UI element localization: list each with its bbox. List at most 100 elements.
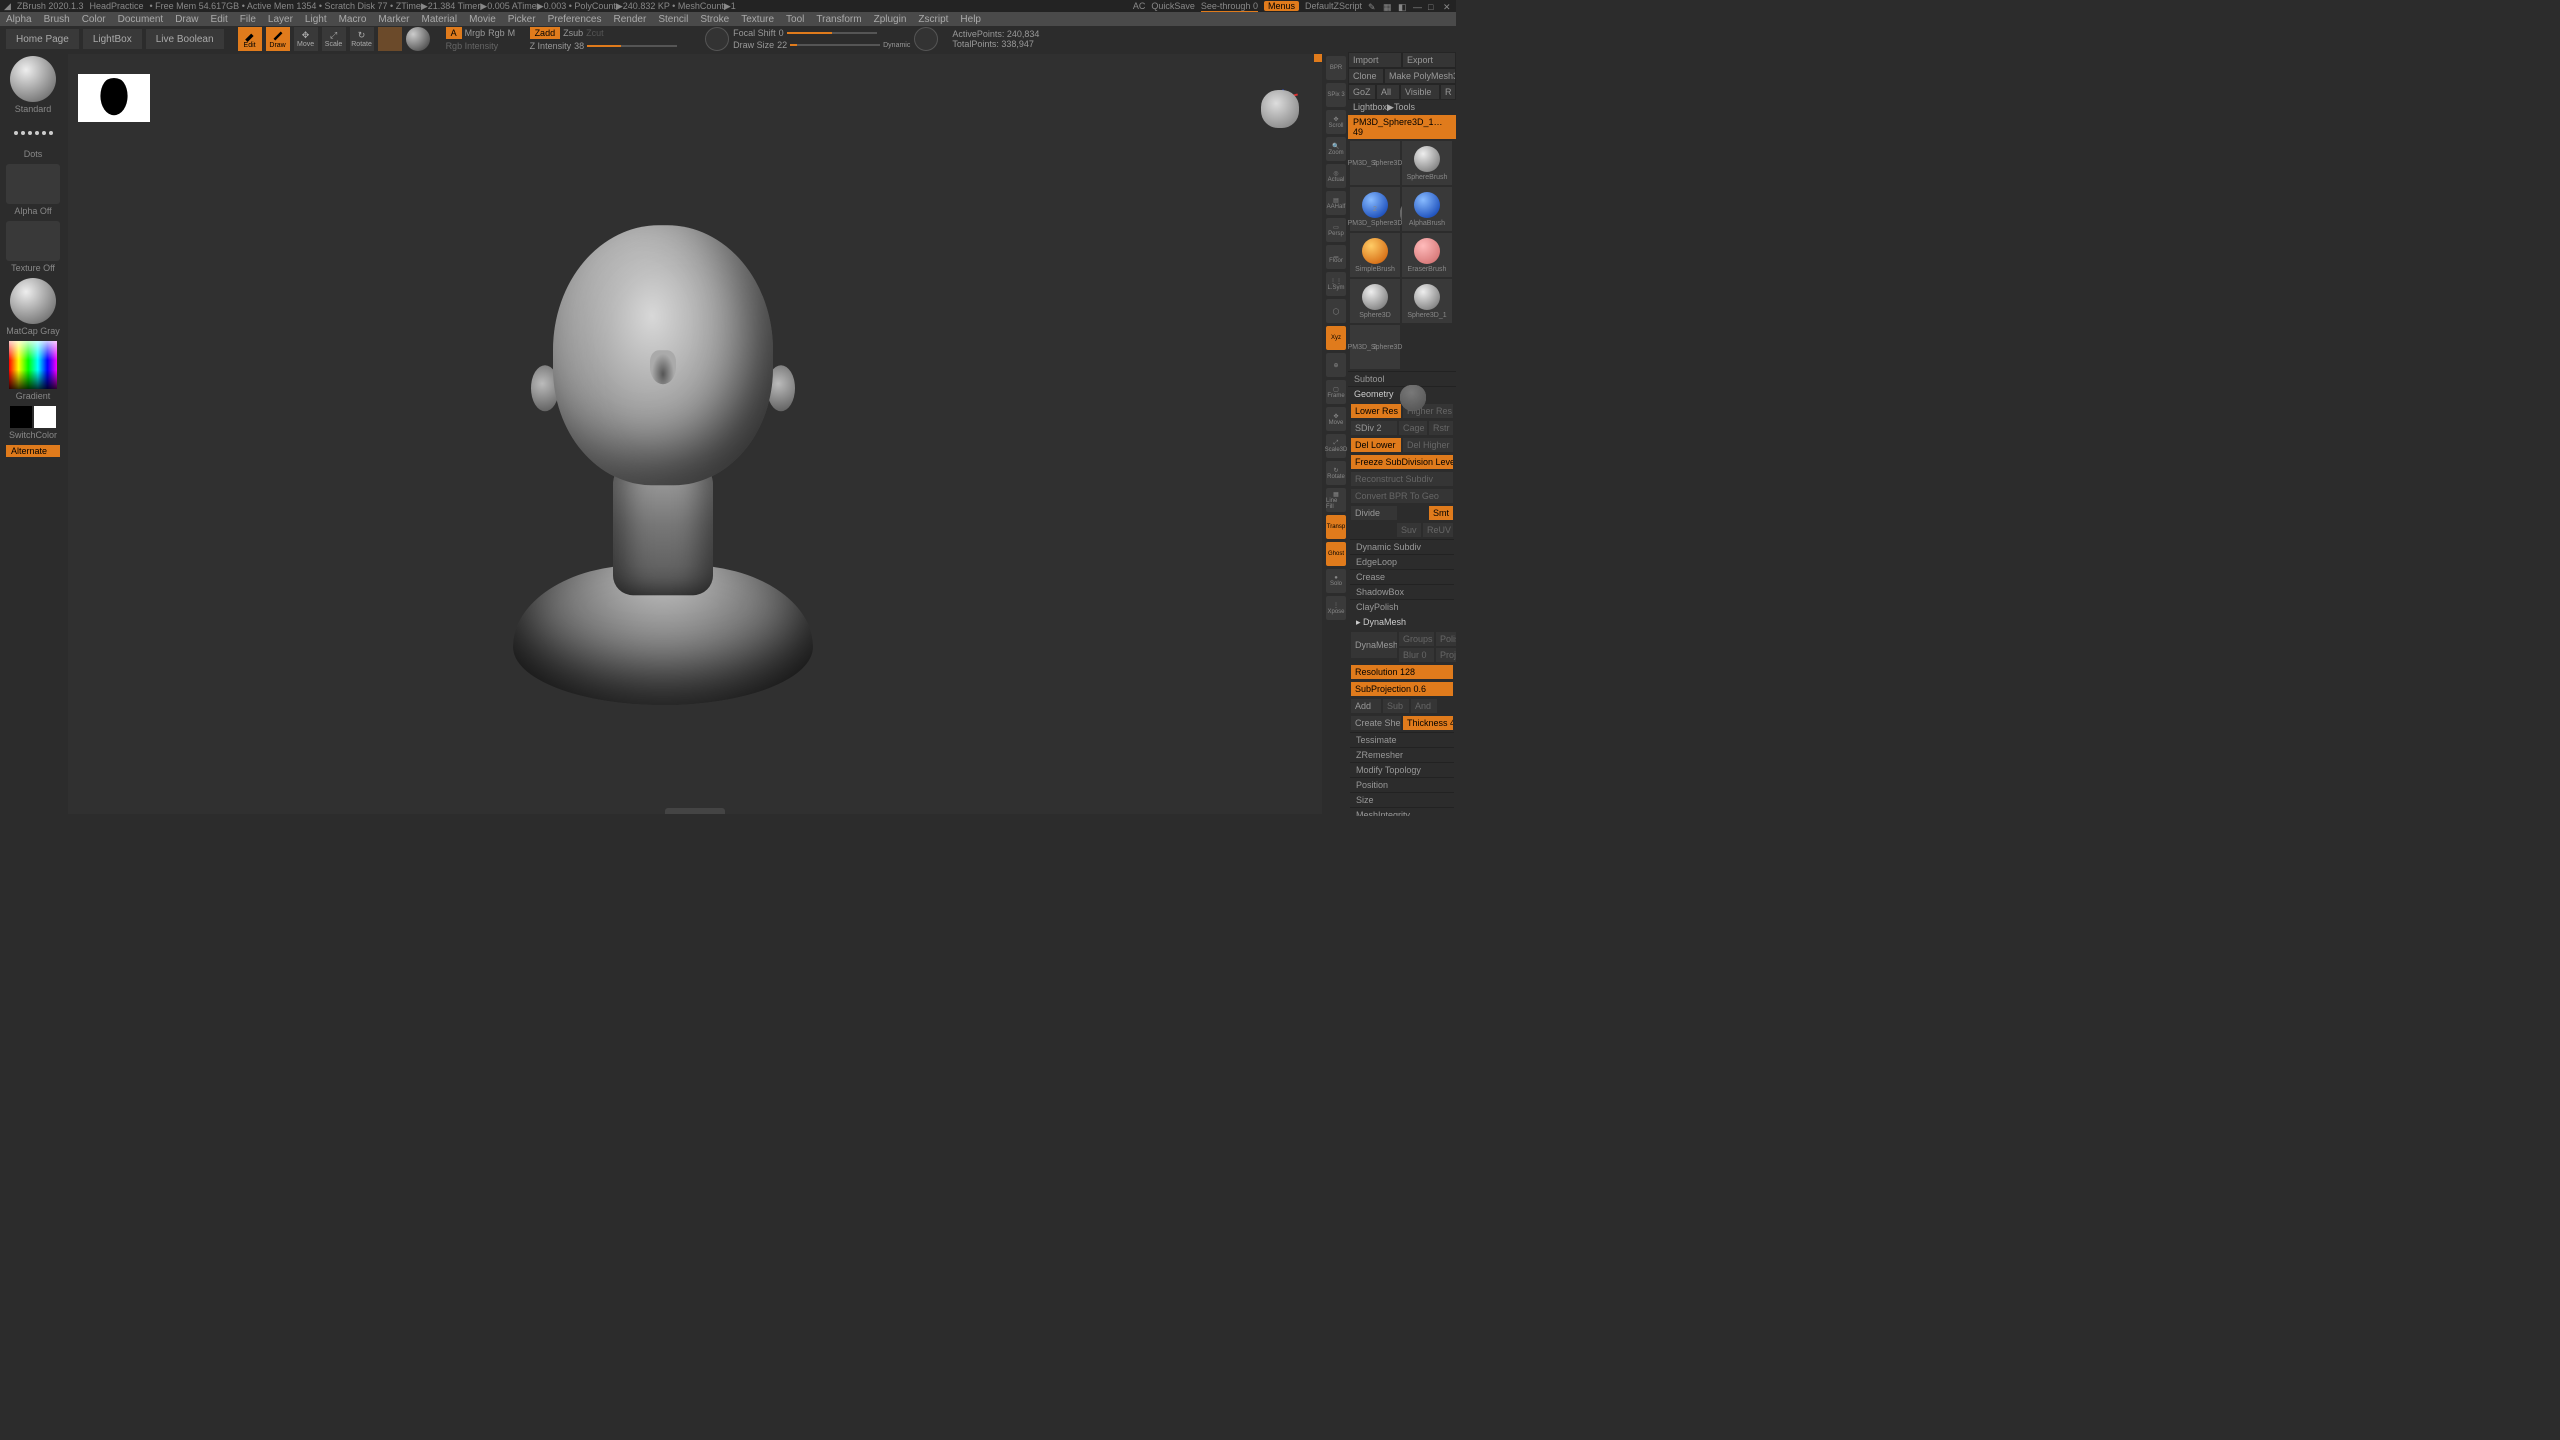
geo-shadowbox[interactable]: ShadowBox: [1350, 584, 1454, 599]
tool-thumb[interactable]: SimpleBrush: [1350, 233, 1400, 277]
camera-widget[interactable]: [1258, 84, 1302, 128]
menu-transform[interactable]: Transform: [816, 14, 861, 25]
reference-thumbnail[interactable]: [78, 74, 150, 122]
move-mode-button[interactable]: ✥Move: [294, 27, 318, 51]
aahalf-button[interactable]: ▤AAHalf: [1326, 191, 1346, 215]
menu-zplugin[interactable]: Zplugin: [874, 14, 907, 25]
menu-alpha[interactable]: Alpha: [6, 14, 32, 25]
menu-document[interactable]: Document: [118, 14, 164, 25]
bool-sub[interactable]: Sub: [1383, 699, 1409, 713]
menu-picker[interactable]: Picker: [508, 14, 536, 25]
dynamesh-button[interactable]: DynaMesh: [1351, 632, 1397, 658]
lasso-button[interactable]: ◯: [1326, 299, 1346, 323]
menu-draw[interactable]: Draw: [175, 14, 198, 25]
note-icon[interactable]: ✎: [1368, 2, 1377, 11]
menu-file[interactable]: File: [240, 14, 256, 25]
brush-selector[interactable]: [10, 56, 56, 102]
tool-thumb[interactable]: PM3D_Sphere3D2: [1350, 141, 1400, 185]
section-subtool[interactable]: Subtool: [1348, 371, 1456, 386]
lsym-button[interactable]: ⋮⋮L.Sym: [1326, 272, 1346, 296]
default-zscript[interactable]: DefaultZScript: [1305, 1, 1362, 11]
clone-button[interactable]: Clone: [1349, 69, 1383, 83]
create-shell-button[interactable]: Create Shell: [1351, 716, 1401, 730]
export-button[interactable]: Export: [1403, 53, 1455, 67]
menu-tool[interactable]: Tool: [786, 14, 804, 25]
lightbox-tools-button[interactable]: Lightbox▶Tools: [1348, 100, 1456, 115]
geo-tessimate[interactable]: Tessimate: [1350, 732, 1454, 747]
stroke-selector[interactable]: [14, 119, 53, 147]
menus-toggle[interactable]: Menus: [1264, 1, 1299, 11]
zcut-toggle[interactable]: Zcut: [586, 28, 604, 38]
active-tool-name[interactable]: PM3D_Sphere3D_1…49: [1348, 115, 1456, 139]
geo-size[interactable]: Size: [1350, 792, 1454, 807]
rgb-toggle[interactable]: Rgb: [488, 28, 505, 38]
menu-stroke[interactable]: Stroke: [700, 14, 729, 25]
zoom-button[interactable]: 🔍Zoom: [1326, 137, 1346, 161]
solo-button[interactable]: ●Solo: [1326, 569, 1346, 593]
linefill-button[interactable]: ▦Line Fill: [1326, 488, 1346, 512]
menu-color[interactable]: Color: [82, 14, 106, 25]
rotate-button[interactable]: ↻Rotate: [1326, 461, 1346, 485]
transp-button[interactable]: Transp: [1326, 515, 1346, 539]
quicksave-button[interactable]: QuickSave: [1151, 1, 1195, 11]
tool-thumb[interactable]: EraserBrush: [1402, 233, 1452, 277]
tool-thumb[interactable]: SphereBrush: [1402, 141, 1452, 185]
layout-icon[interactable]: ◧: [1398, 2, 1407, 11]
menu-render[interactable]: Render: [614, 14, 647, 25]
goz-button[interactable]: GoZ: [1349, 85, 1375, 99]
rotate-mode-button[interactable]: ↻Rotate: [350, 27, 374, 51]
reuv-button[interactable]: ReUV: [1423, 523, 1453, 537]
tool-thumb[interactable]: PM3D_Sphere3D2: [1350, 325, 1400, 369]
menu-preferences[interactable]: Preferences: [548, 14, 602, 25]
tool-thumb[interactable]: Sphere3D_1: [1402, 279, 1452, 323]
draw-mode-button[interactable]: Draw: [266, 27, 290, 51]
geo-crease[interactable]: Crease: [1350, 569, 1454, 584]
geo-claypolish[interactable]: ClayPolish: [1350, 599, 1454, 614]
gizmo-button[interactable]: [378, 27, 402, 51]
smt-toggle[interactable]: Smt: [1429, 506, 1453, 520]
pf-button[interactable]: ⊕: [1326, 353, 1346, 377]
scroll-button[interactable]: ✥Scroll: [1326, 110, 1346, 134]
m-toggle[interactable]: M: [508, 28, 516, 38]
dynamesh-groups[interactable]: Groups: [1399, 632, 1434, 646]
material-selector[interactable]: [10, 278, 56, 324]
cam-head-icon[interactable]: [1261, 90, 1299, 128]
menu-movie[interactable]: Movie: [469, 14, 496, 25]
import-button[interactable]: Import: [1349, 53, 1401, 67]
zadd-toggle[interactable]: Zadd: [530, 27, 561, 39]
canvas-corner-icon[interactable]: [1314, 54, 1322, 62]
menu-stencil[interactable]: Stencil: [658, 14, 688, 25]
dynamesh-polish[interactable]: Polish: [1436, 632, 1456, 646]
bool-and[interactable]: And: [1411, 699, 1437, 713]
mrgb-toggle[interactable]: Mrgb: [465, 28, 486, 38]
bottom-handle[interactable]: [665, 808, 725, 814]
goz-all-button[interactable]: All: [1377, 85, 1399, 99]
scale-button[interactable]: ⤢Scale3D: [1326, 434, 1346, 458]
color-picker[interactable]: [9, 341, 57, 389]
tool-thumb[interactable]: PM3D_Sphere3D2: [1350, 187, 1400, 231]
dynamesh-project[interactable]: Project: [1436, 648, 1456, 662]
texture-selector[interactable]: [6, 221, 60, 261]
floor-button[interactable]: ▁Floor: [1326, 245, 1346, 269]
alternate-button[interactable]: Alternate: [6, 445, 60, 457]
bpr-button[interactable]: BPR: [1326, 56, 1346, 80]
bool-add[interactable]: Add: [1351, 699, 1381, 713]
sdiv-slider[interactable]: SDiv 2: [1351, 421, 1397, 435]
suv-toggle[interactable]: Suv: [1397, 523, 1421, 537]
persp-button[interactable]: ▭Persp: [1326, 218, 1346, 242]
menu-layer[interactable]: Layer: [268, 14, 293, 25]
focal-curve-icon[interactable]: [705, 27, 729, 51]
cage-button[interactable]: Cage: [1399, 421, 1427, 435]
subprojection-slider[interactable]: SubProjection 0.6: [1351, 682, 1453, 696]
rstr-button[interactable]: Rstr: [1429, 421, 1453, 435]
frame-button[interactable]: ▢Frame: [1326, 380, 1346, 404]
geo-position[interactable]: Position: [1350, 777, 1454, 792]
grid-icon[interactable]: ▦: [1383, 2, 1392, 11]
menu-help[interactable]: Help: [960, 14, 981, 25]
edit-mode-button[interactable]: Edit: [238, 27, 262, 51]
section-dynamesh[interactable]: ▸ DynaMesh: [1350, 615, 1454, 630]
sculptris-button[interactable]: [406, 27, 430, 51]
goz-r-button[interactable]: R: [1441, 85, 1455, 99]
menu-brush[interactable]: Brush: [44, 14, 70, 25]
tool-thumb[interactable]: AlphaBrush: [1402, 187, 1452, 231]
